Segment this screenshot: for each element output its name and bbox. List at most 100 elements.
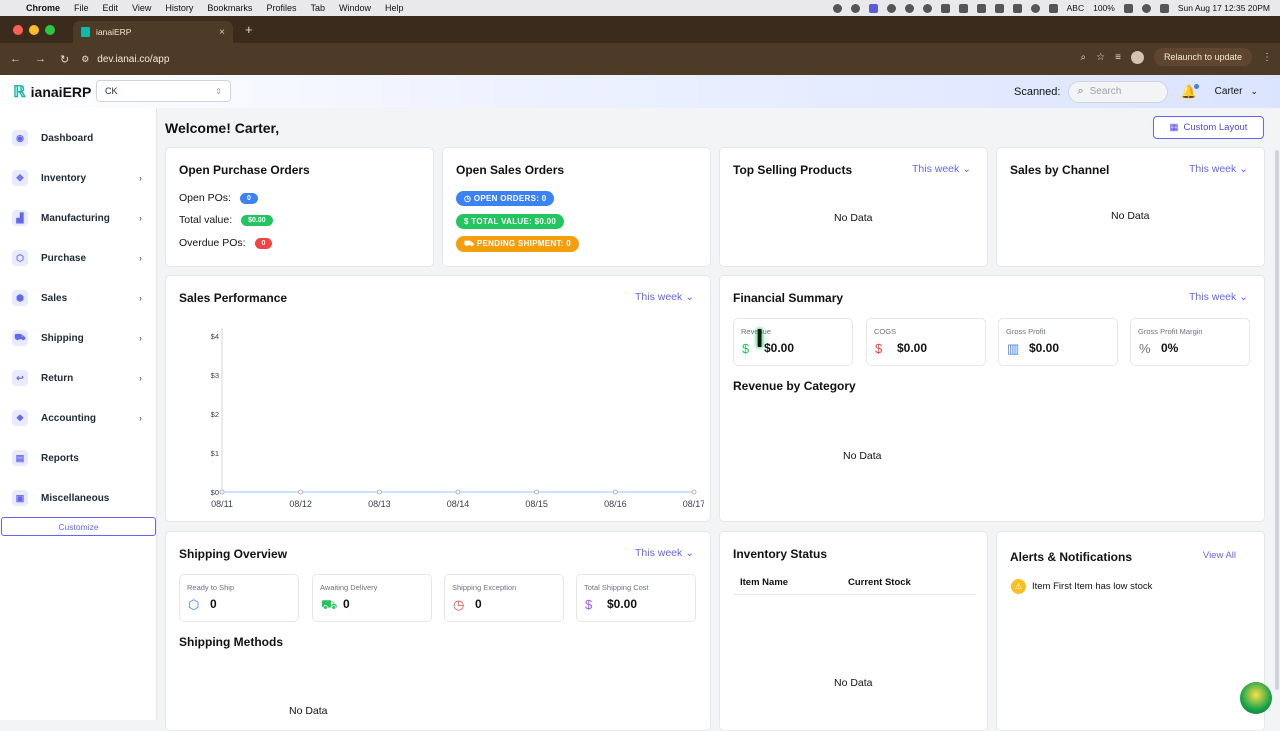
chevron-right-icon: › bbox=[139, 293, 142, 303]
close-tab-icon[interactable]: × bbox=[219, 27, 225, 38]
top-selling-products-card: Top Selling Products This week ⌄ No Data bbox=[719, 147, 988, 267]
status-icon[interactable] bbox=[886, 3, 896, 13]
new-tab-icon[interactable]: + bbox=[245, 22, 253, 37]
sidebar-item-accounting[interactable]: ❖ Accounting › bbox=[0, 398, 156, 438]
card-title: Shipping Overview bbox=[179, 547, 288, 561]
tab-search-icon[interactable]: ≡ bbox=[1115, 52, 1121, 63]
data-point bbox=[455, 489, 461, 495]
period-dropdown[interactable]: This week ⌄ bbox=[1189, 291, 1248, 303]
menu-profiles[interactable]: Profiles bbox=[266, 3, 296, 13]
status-icon[interactable] bbox=[850, 3, 860, 13]
status-icon[interactable] bbox=[1012, 3, 1022, 13]
menu-bookmarks[interactable]: Bookmarks bbox=[207, 3, 252, 13]
custom-layout-label: Custom Layout bbox=[1183, 122, 1248, 133]
volume-icon[interactable] bbox=[958, 3, 968, 13]
metric-value: 0 bbox=[475, 597, 482, 611]
chevron-down-icon: ⌄ bbox=[1239, 163, 1248, 175]
user-menu[interactable]: Carter ⌄ bbox=[1215, 86, 1258, 97]
column-header-current-stock[interactable]: Current Stock bbox=[848, 577, 911, 588]
metric-label: COGS bbox=[874, 327, 897, 336]
alert-item[interactable]: ⚠ Item First Item has low stock bbox=[1011, 579, 1152, 594]
address-bar[interactable]: dev.ianai.co/app bbox=[97, 54, 169, 65]
back-icon[interactable]: ← bbox=[10, 53, 21, 66]
reload-icon[interactable]: ↻ bbox=[60, 53, 69, 66]
site-info-icon[interactable]: ⚙ bbox=[81, 54, 89, 65]
maximize-window-button[interactable] bbox=[45, 24, 55, 35]
sidebar-item-miscellaneous[interactable]: ▣ Miscellaneous bbox=[0, 478, 156, 518]
box-icon: ⬡ bbox=[188, 597, 200, 612]
metric-value: 0% bbox=[1161, 341, 1179, 355]
menu-edit[interactable]: Edit bbox=[103, 3, 119, 13]
sidebar-item-purchase[interactable]: ⬡ Purchase › bbox=[0, 238, 156, 278]
browser-tab[interactable]: ianaiERP × bbox=[73, 21, 233, 43]
return-icon: ↩ bbox=[12, 370, 28, 386]
play-icon[interactable] bbox=[940, 3, 950, 13]
menu-file[interactable]: File bbox=[74, 3, 89, 13]
sidebar-item-inventory[interactable]: ✥ Inventory › bbox=[0, 158, 156, 198]
total-value-badge: $ TOTAL VALUE: $0.00 bbox=[456, 214, 565, 229]
sidebar-item-sales[interactable]: ⬢ Sales › bbox=[0, 278, 156, 318]
chrome-menu-icon[interactable]: ⋮ bbox=[1262, 52, 1272, 63]
company-select[interactable]: CK ⇕ bbox=[96, 80, 231, 102]
open-pos-row: Open POs: 0 bbox=[179, 192, 258, 204]
minimize-window-button[interactable] bbox=[29, 24, 39, 35]
search-input[interactable]: ⌕ Search bbox=[1068, 80, 1169, 103]
menu-history[interactable]: History bbox=[165, 3, 193, 13]
close-window-button[interactable] bbox=[13, 24, 23, 35]
period-dropdown[interactable]: This week ⌄ bbox=[635, 291, 694, 303]
sidebar-item-shipping[interactable]: ⛟ Shipping › bbox=[0, 318, 156, 358]
status-icon[interactable] bbox=[922, 3, 932, 13]
spotlight-icon[interactable] bbox=[1141, 3, 1151, 13]
column-header-item-name[interactable]: Item Name bbox=[740, 577, 788, 588]
sidebar-item-dashboard[interactable]: ◉ Dashboard bbox=[0, 118, 156, 158]
sidebar-item-label: Accounting bbox=[41, 412, 96, 424]
sidebar-item-return[interactable]: ↩ Return › bbox=[0, 358, 156, 398]
menu-chrome[interactable]: Chrome bbox=[26, 3, 60, 13]
control-center-icon[interactable] bbox=[1159, 3, 1169, 13]
display-icon[interactable] bbox=[976, 3, 986, 13]
user-name: Carter bbox=[1214, 86, 1243, 97]
search-icon: ⌕ bbox=[1077, 85, 1084, 97]
zoom-icon[interactable]: ⌕ bbox=[1081, 52, 1087, 63]
sidebar-item-reports[interactable]: ▤ Reports bbox=[0, 438, 156, 478]
page-scrollbar[interactable] bbox=[1275, 150, 1279, 690]
notifications-bell-icon[interactable]: 🔔 bbox=[1180, 83, 1199, 100]
status-icon[interactable] bbox=[904, 3, 914, 13]
period-dropdown[interactable]: This week ⌄ bbox=[912, 163, 971, 175]
bookmark-star-icon[interactable]: ☆ bbox=[1096, 52, 1105, 63]
metric-value: $0.00 bbox=[764, 341, 795, 355]
profile-avatar[interactable] bbox=[1130, 50, 1144, 64]
status-icon[interactable] bbox=[832, 3, 842, 13]
no-data-text: No Data bbox=[1111, 210, 1150, 222]
wifi-icon[interactable] bbox=[1123, 3, 1133, 13]
bluetooth-icon[interactable] bbox=[994, 3, 1004, 13]
forward-icon[interactable]: → bbox=[35, 53, 46, 66]
financial-summary-card: Financial Summary This week ⌄ Revenue $ … bbox=[719, 275, 1265, 522]
screen-record-icon[interactable] bbox=[868, 3, 878, 13]
pending-shipment-text: PENDING SHIPMENT: 0 bbox=[476, 239, 572, 248]
assistant-avatar[interactable] bbox=[1240, 682, 1272, 714]
customize-button[interactable]: Customize bbox=[1, 517, 156, 536]
menu-window[interactable]: Window bbox=[339, 3, 371, 13]
logo-icon: ℝ bbox=[13, 83, 26, 101]
period-dropdown[interactable]: This week ⌄ bbox=[1189, 163, 1248, 175]
truck-icon: ⛟ bbox=[464, 239, 477, 248]
focus-moon-icon[interactable] bbox=[1030, 3, 1040, 13]
menu-help[interactable]: Help bbox=[385, 3, 404, 13]
chevron-right-icon: › bbox=[139, 373, 142, 383]
custom-layout-button[interactable]: ▦ Custom Layout bbox=[1153, 116, 1264, 139]
menu-tab[interactable]: Tab bbox=[310, 3, 325, 13]
clock[interactable]: Sun Aug 17 12:35 20PM bbox=[1178, 3, 1270, 13]
relaunch-button[interactable]: Relaunch to update bbox=[1153, 48, 1252, 66]
data-point bbox=[376, 489, 382, 495]
y-tick-label: $0 bbox=[211, 488, 219, 497]
ready-to-ship-card: Ready to Ship ⬡ 0 bbox=[179, 574, 299, 622]
menu-view[interactable]: View bbox=[132, 3, 151, 13]
period-dropdown[interactable]: This week ⌄ bbox=[635, 547, 694, 559]
sidebar-item-manufacturing[interactable]: ▟ Manufacturing › bbox=[0, 198, 156, 238]
data-point bbox=[612, 489, 618, 495]
app-brand: ianaiERP bbox=[30, 83, 92, 100]
keyboard-input-icon[interactable] bbox=[1048, 3, 1058, 13]
view-all-link[interactable]: View All bbox=[1203, 550, 1236, 561]
app-logo[interactable]: ℝ ianaiERP bbox=[13, 82, 91, 102]
